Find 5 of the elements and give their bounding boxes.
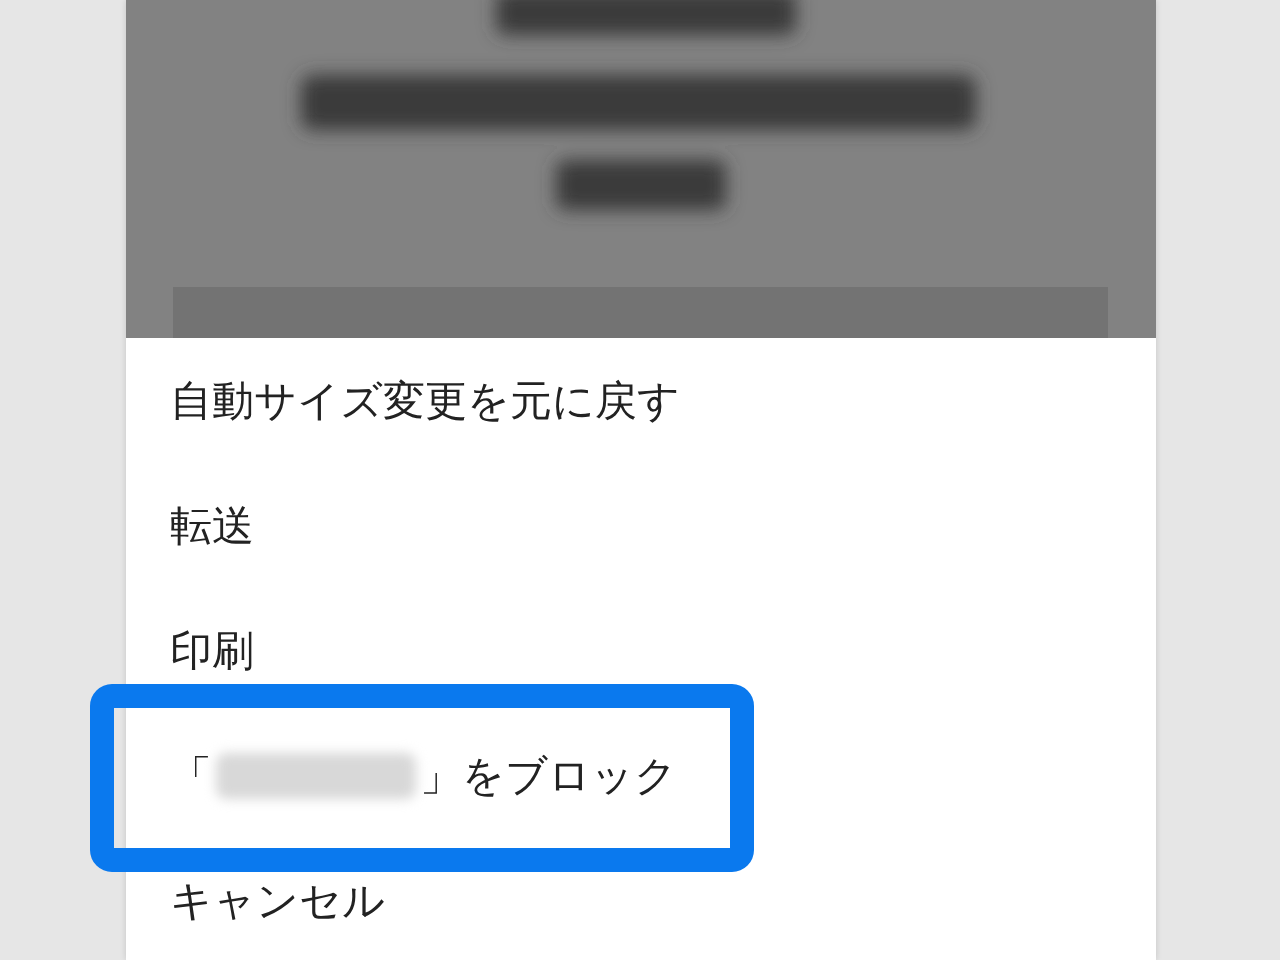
menu-item[interactable]: 印刷 <box>170 622 254 679</box>
menu-item[interactable]: キャンセル <box>170 872 385 929</box>
menu-item[interactable]: 自動サイズ変更を元に戻す <box>170 372 680 429</box>
menu-item[interactable]: 「 」をブロック <box>170 747 677 804</box>
menu-item[interactable]: 転送 <box>170 497 254 554</box>
